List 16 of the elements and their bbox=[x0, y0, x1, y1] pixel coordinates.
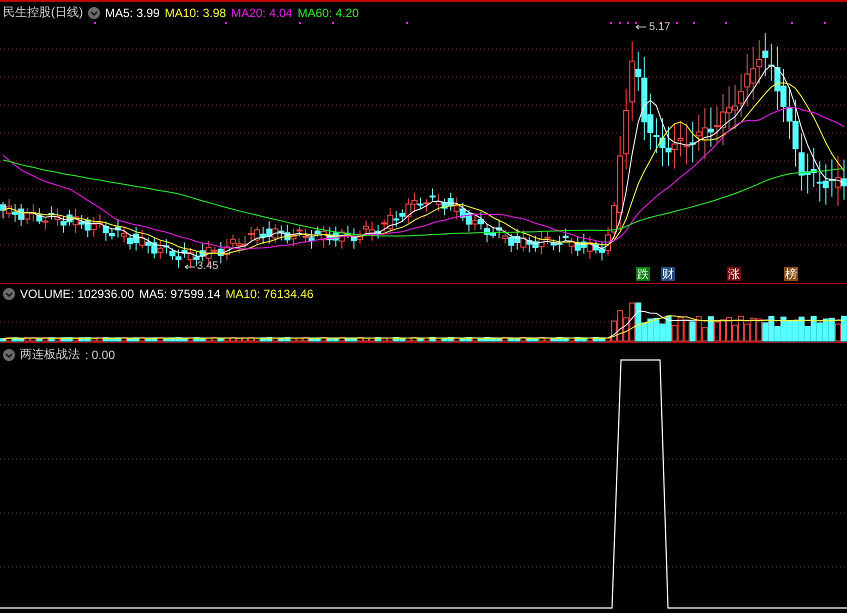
indicator-value: MA5: 97599.14 bbox=[139, 287, 220, 301]
indicator-value: : 0.00 bbox=[85, 348, 116, 362]
low-price-label: 3.45 bbox=[197, 260, 218, 272]
indicator-value: VOLUME: 102936.00 bbox=[20, 287, 134, 301]
indicator-value: MA5: 3.99 bbox=[105, 6, 160, 20]
event-marker[interactable]: 榜 bbox=[784, 267, 798, 281]
indicator-value: MA10: 3.98 bbox=[164, 6, 226, 20]
event-marker[interactable]: 涨 bbox=[727, 267, 741, 281]
indicator-value: MA10: 76134.46 bbox=[225, 287, 314, 301]
indicator-value: MA20: 4.04 bbox=[231, 6, 292, 20]
indicator-title: 两连板战法 bbox=[20, 346, 80, 363]
indicator-value: MA60: 4.20 bbox=[297, 6, 359, 20]
high-price-label: 5.17 bbox=[649, 21, 670, 33]
event-marker[interactable]: 跌 bbox=[636, 267, 650, 281]
chart-title: 民生控股(日线) bbox=[3, 4, 83, 21]
event-marker[interactable]: 财 bbox=[661, 267, 675, 281]
